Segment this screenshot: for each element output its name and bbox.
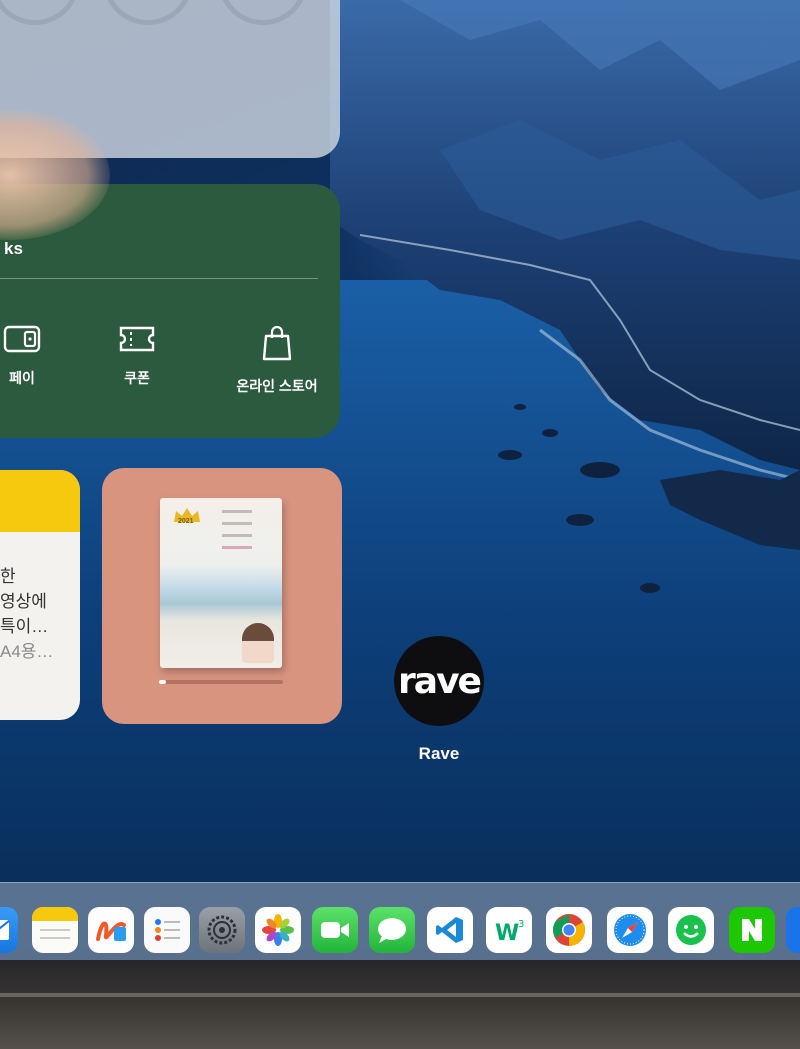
desktop-wallpaper: ks 페이 쿠폰 온라인 스토어 한 영상에 특이… A4용… 2021 rav… (0, 0, 800, 960)
book-badge: 2021 (178, 518, 194, 525)
reminders-icon[interactable] (144, 907, 190, 953)
app-icon-partial[interactable] (786, 907, 800, 953)
shopping-bag-icon (262, 325, 292, 361)
note-line: 영상에 (0, 592, 47, 611)
book-text-line (222, 546, 252, 549)
pay-label: 페이 (9, 370, 35, 386)
dock: W3 (0, 882, 800, 960)
ring-indicator (0, 0, 80, 25)
ring-indicator (103, 0, 193, 25)
svg-text:3: 3 (518, 919, 524, 930)
device-bezel (0, 960, 800, 1049)
book-text-line (222, 534, 252, 537)
note-line: 한 (0, 567, 16, 586)
rave-app-label[interactable]: Rave (394, 744, 484, 764)
notes-icon[interactable] (32, 907, 78, 953)
book-text-line (222, 510, 252, 513)
gear-icon[interactable] (199, 907, 245, 953)
photos-icon[interactable] (255, 907, 301, 953)
divider (0, 278, 318, 279)
note-line: 특이… (0, 617, 49, 636)
svg-text:W: W (495, 921, 519, 945)
smiley-icon[interactable] (668, 907, 714, 953)
bezel-edge (0, 993, 800, 997)
rave-logo: rave (398, 660, 482, 702)
vscode-icon[interactable] (427, 907, 473, 953)
rave-app-icon[interactable]: rave (394, 636, 484, 726)
reading-progress-bar (159, 680, 283, 684)
freeform-icon[interactable] (88, 907, 134, 953)
widget-title: ks (4, 239, 23, 258)
safari-icon[interactable] (607, 907, 653, 953)
book-text-line (222, 522, 252, 525)
book-cover[interactable]: 2021 (160, 498, 282, 668)
messages-icon[interactable] (369, 907, 415, 953)
book-author-photo (242, 623, 274, 663)
online-store-label: 온라인 스토어 (236, 378, 318, 394)
notes-widget[interactable]: 한 영상에 특이… A4용… (0, 470, 80, 720)
facetime-icon[interactable] (312, 907, 358, 953)
ticket-icon (119, 326, 155, 352)
ring-indicator (218, 0, 308, 25)
coupon-label: 쿠폰 (124, 370, 150, 386)
books-widget[interactable]: 2021 (102, 468, 342, 724)
notes-header (0, 470, 80, 532)
wallet-icon (3, 325, 41, 353)
naver-icon[interactable] (729, 907, 775, 953)
note-line: A4용… (0, 642, 54, 661)
w3-icon[interactable]: W3 (486, 907, 532, 953)
mail-icon[interactable] (0, 907, 18, 953)
reading-progress-fill (159, 680, 167, 684)
pay-button[interactable]: 페이 (0, 324, 77, 388)
coupon-button[interactable]: 쿠폰 (82, 324, 192, 388)
chrome-icon[interactable] (546, 907, 592, 953)
online-store-button[interactable]: 온라인 스토어 (222, 324, 332, 396)
